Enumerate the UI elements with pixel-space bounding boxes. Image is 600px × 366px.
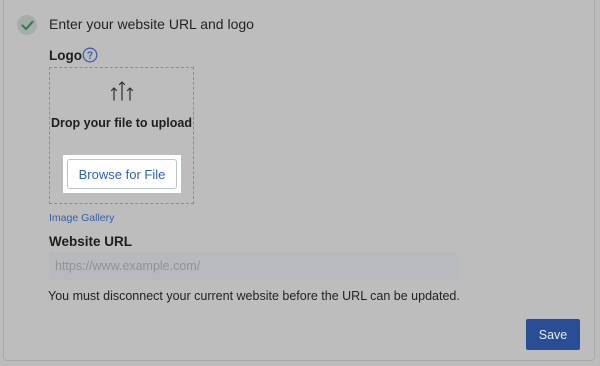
- save-button[interactable]: Save: [526, 319, 580, 350]
- image-gallery-link[interactable]: Image Gallery: [49, 212, 114, 224]
- website-url-label: Website URL: [49, 234, 133, 249]
- step-title: Enter your website URL and logo: [49, 16, 254, 32]
- website-url-input[interactable]: [49, 252, 457, 280]
- drop-file-text: Drop your file to upload: [51, 116, 192, 130]
- disconnect-note: You must disconnect your current website…: [48, 289, 460, 303]
- logo-label: Logo: [49, 48, 82, 63]
- step-complete-checkmark-icon: [17, 15, 37, 35]
- browse-for-file-button[interactable]: Browse for File: [67, 159, 177, 189]
- question-circle-icon[interactable]: [82, 47, 98, 63]
- upload-arrows-icon: [110, 80, 134, 102]
